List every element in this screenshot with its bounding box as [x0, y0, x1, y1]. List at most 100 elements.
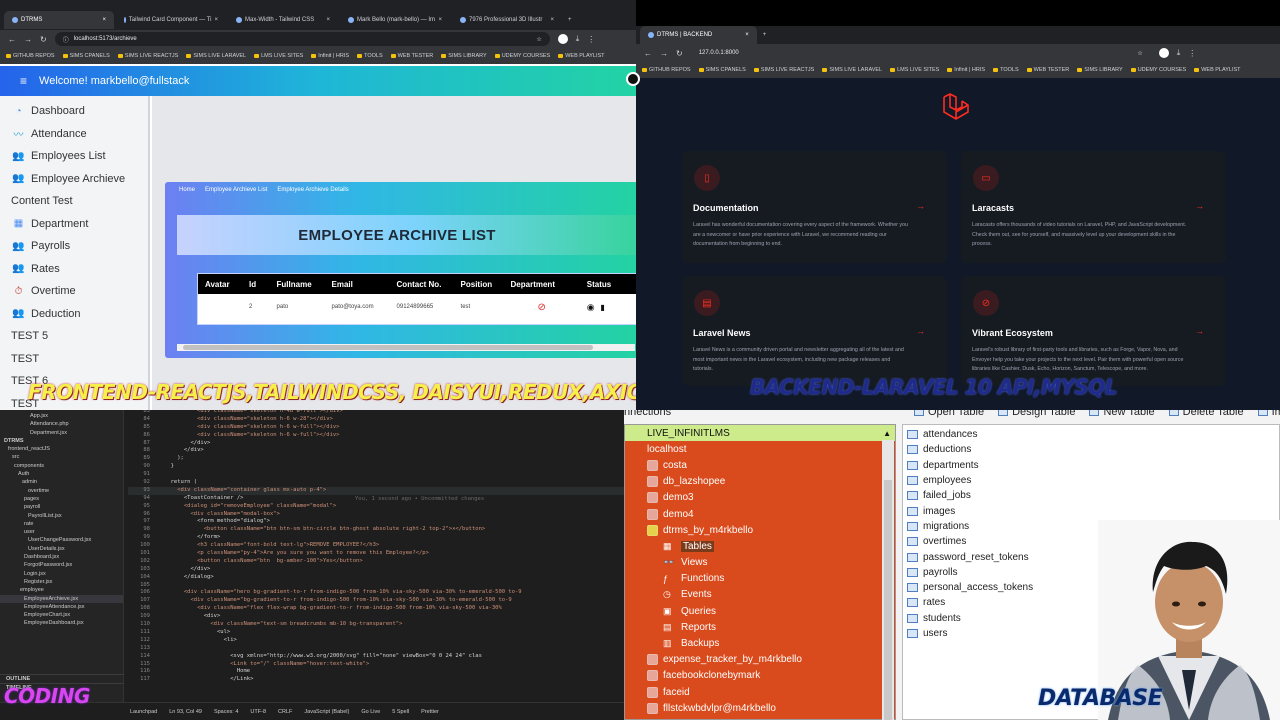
connection-row[interactable]: LIVE_INFINITLMS ▲	[625, 425, 895, 442]
database-item[interactable]: fllstckwbdvlpr@m4rkbello	[625, 700, 895, 716]
file-tree-item[interactable]: components	[0, 462, 123, 470]
scrollbar-thumb[interactable]	[183, 345, 593, 350]
db-object-events[interactable]: ◷ Events	[625, 587, 895, 603]
database-item[interactable]: faceid	[625, 684, 895, 700]
status-item[interactable]: Go Live	[361, 709, 380, 715]
bookmark-item[interactable]: LMS LIVE SITES	[254, 53, 303, 59]
bookmark-item[interactable]: Infinit | HRIS	[311, 53, 349, 59]
file-tree-item[interactable]: EmployeeAttendance.jsx	[0, 603, 123, 611]
backend-address-bar[interactable]: 127.0.0.1:8000 ☆	[690, 46, 1151, 60]
file-tree-item[interactable]: Login.jsx	[0, 570, 123, 578]
browser-tab[interactable]: 7976 Professional 3D Illustr ×	[452, 11, 562, 29]
tab-close-icon[interactable]: ×	[438, 17, 442, 23]
sidebar-item-deduction[interactable]: 👥 Deduction	[0, 303, 148, 326]
column-header[interactable]: Contact No.	[390, 274, 454, 294]
file-tree-item[interactable]: src	[0, 453, 123, 461]
outline-heading[interactable]: OUTLINE	[0, 674, 124, 683]
hamburger-menu-icon[interactable]: ≡	[20, 74, 27, 88]
laravel-card-vibrant-ecosystem[interactable]: ⊘ Vibrant Ecosystem Laravel's robust libra…	[961, 276, 1226, 386]
breadcrumb-archive-list[interactable]: Employee Archieve List	[205, 187, 267, 193]
table-item[interactable]: failed_jobs	[903, 488, 1279, 503]
browser-tab[interactable]: DTRMS ×	[4, 11, 114, 29]
sidebar-item-rates[interactable]: 👥 Rates	[0, 258, 148, 281]
file-tree-item[interactable]: EmployeeDashboard.jsx	[0, 619, 123, 627]
bookmark-item[interactable]: LMS LIVE SITES	[890, 67, 939, 73]
status-item[interactable]: Ln 93, Col 49	[169, 709, 202, 715]
browser-tab[interactable]: Tailwind Card Component — Ti ×	[116, 11, 226, 29]
collapse-icon[interactable]: ▲	[883, 429, 891, 438]
column-header[interactable]: Id	[242, 274, 270, 294]
profile-avatar[interactable]	[557, 34, 568, 44]
laravel-card-documentation[interactable]: ▯ Documentation Laravel has wonderful docu…	[682, 151, 947, 263]
frontend-address-bar[interactable]: ⓘ localhost:5173/archieve ☆	[54, 32, 550, 46]
database-item[interactable]: costa	[625, 457, 895, 473]
sidebar-item-overtime[interactable]: ⏱ Overtime	[0, 280, 148, 303]
bookmark-item[interactable]: SIMS LIVE LARAVEL	[186, 53, 246, 59]
new-tab-icon[interactable]: +	[763, 32, 767, 38]
column-header[interactable]: Status	[580, 274, 630, 294]
sidebar-item-employees-list[interactable]: 👥 Employees List	[0, 145, 148, 168]
db-object-reports[interactable]: ▤ Reports	[625, 619, 895, 635]
file-tree-item[interactable]: Auth	[0, 470, 123, 478]
host-row[interactable]: localhost	[625, 441, 895, 457]
sidebar-item-department[interactable]: ▦ Department	[0, 213, 148, 236]
bookmark-star-icon[interactable]: ☆	[536, 36, 541, 43]
back-icon[interactable]: ←	[644, 49, 652, 58]
profile-avatar[interactable]	[1158, 48, 1169, 58]
table-item[interactable]: images	[903, 503, 1279, 518]
db-toolbar-button[interactable]: Design Table	[998, 410, 1075, 418]
reload-icon[interactable]: ↻	[40, 35, 47, 44]
bookmark-item[interactable]: WEB TESTER	[391, 53, 434, 59]
bookmark-item[interactable]: SIMS LIVE LARAVEL	[822, 67, 882, 73]
laravel-card-laracasts[interactable]: ▭ Laracasts Laracasts offers thousands of …	[961, 151, 1226, 263]
db-toolbar-button[interactable]: New Table	[1089, 410, 1155, 418]
table-item[interactable]: employees	[903, 473, 1279, 488]
database-item[interactable]: facebookclonebymark	[625, 668, 895, 684]
status-item[interactable]: 5 Spell	[392, 709, 409, 715]
table-item[interactable]: attendances	[903, 427, 1279, 442]
status-item[interactable]: Prettier	[421, 709, 439, 715]
laravel-card-laravel-news[interactable]: ▤ Laravel News Laravel News is a community…	[682, 276, 947, 386]
file-tree-item[interactable]: frontend_reactJS	[0, 445, 123, 453]
file-tree-item[interactable]: overtime	[0, 487, 123, 495]
open-editor-item[interactable]: Department.jsx	[30, 429, 123, 437]
db-object-backups[interactable]: ▥ Backups	[625, 635, 895, 651]
tab-close-icon[interactable]: ×	[214, 17, 218, 23]
new-tab-icon[interactable]: +	[568, 17, 572, 23]
column-header[interactable]: Position	[454, 274, 504, 294]
sidebar-item-dashboard[interactable]: ◔ Dashboard	[0, 100, 148, 123]
bookmark-item[interactable]: TOOLS	[993, 67, 1019, 73]
bookmark-item[interactable]: WEB TESTER	[1027, 67, 1070, 73]
column-header[interactable]: Department	[504, 274, 580, 294]
browser-tab[interactable]: Max-Width - Tailwind CSS ×	[228, 11, 338, 29]
tab-close-icon[interactable]: ×	[550, 17, 554, 23]
file-tree-item[interactable]: PayrollList.jsx	[0, 512, 123, 520]
breadcrumb-home[interactable]: Home	[179, 187, 195, 193]
bookmark-item[interactable]: SIMS LIBRARY	[441, 53, 486, 59]
db-nav-scrollbar[interactable]	[882, 440, 894, 720]
file-tree-item[interactable]: admin	[0, 478, 123, 486]
sidebar-item-test[interactable]: TEST 5	[0, 325, 148, 348]
scrollbar-thumb[interactable]	[884, 480, 892, 720]
column-header[interactable]: Email	[325, 274, 390, 294]
db-object-views[interactable]: 👓 Views	[625, 555, 895, 571]
open-editor-item[interactable]: App.jsx	[30, 412, 123, 420]
status-item[interactable]: CRLF	[278, 709, 292, 715]
bookmark-item[interactable]: SIMS LIVE REACTJS	[754, 67, 815, 73]
bookmark-item[interactable]: UDEMY COURSES	[1131, 67, 1187, 73]
reload-icon[interactable]: ↻	[676, 49, 683, 58]
file-tree-item[interactable]: ForgotPassword.jsx	[0, 561, 123, 569]
file-tree-item[interactable]: Register.jsx	[0, 578, 123, 586]
table-item[interactable]: deductions	[903, 442, 1279, 457]
file-tree-item[interactable]: EmployeeChart.jsx	[0, 611, 123, 619]
status-item[interactable]: Launchpad	[130, 709, 157, 715]
bookmark-item[interactable]: TOOLS	[357, 53, 383, 59]
bookmark-item[interactable]: SIMS LIBRARY	[1077, 67, 1122, 73]
backend-tab[interactable]: DTRMS | BACKEND ×	[640, 26, 757, 44]
table-item[interactable]: departments	[903, 458, 1279, 473]
file-tree-item[interactable]: UserDetails.jsx	[0, 545, 123, 553]
bookmark-star-icon[interactable]: ☆	[1137, 50, 1142, 57]
bookmark-item[interactable]: SIMS CPANELS	[63, 53, 110, 59]
view-eye-icon[interactable]: ◉	[587, 302, 595, 312]
db-toolbar-button[interactable]: Import	[1257, 410, 1280, 418]
